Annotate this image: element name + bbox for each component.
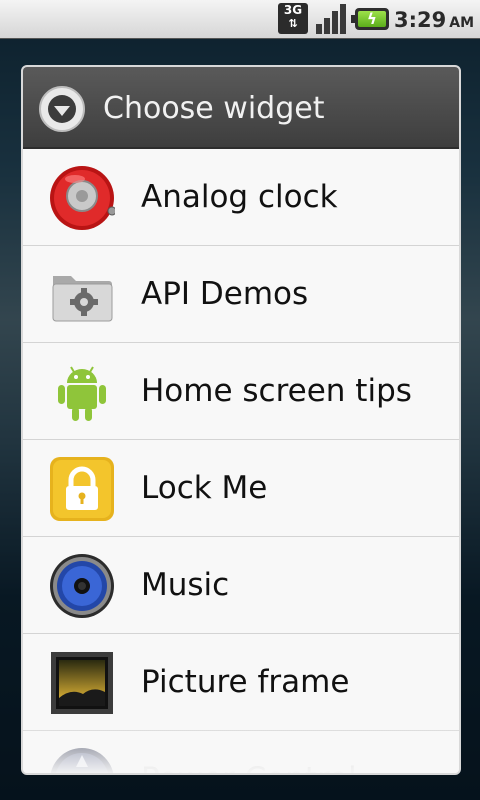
widget-item-label: Home screen tips (141, 373, 412, 409)
widget-item-lock-me[interactable]: Lock Me (23, 440, 459, 537)
dropdown-circle-icon (39, 86, 85, 132)
battery-charging-icon: ϟ (351, 8, 389, 30)
dialog-header: Choose widget (23, 67, 459, 149)
widget-item-label: Music (141, 567, 230, 603)
widget-item-picture-frame[interactable]: Picture frame (23, 634, 459, 731)
signal-bar (316, 24, 322, 34)
widget-item-music[interactable]: Music (23, 537, 459, 634)
android-icon (58, 366, 106, 421)
folder-gear-icon (52, 276, 113, 322)
clock-time: 3:29 (394, 8, 447, 32)
speaker-icon (50, 554, 114, 618)
signal-bar (324, 18, 330, 34)
widget-item-label: Analog clock (141, 179, 338, 215)
padlock-icon (50, 457, 114, 521)
widget-item-home-screen-tips[interactable]: Home screen tips (23, 343, 459, 440)
widget-item-label: API Demos (141, 276, 309, 312)
widget-item-api-demos[interactable]: API Demos (23, 246, 459, 343)
signal-strength-icon (316, 4, 348, 34)
network-3g-icon: 3G ⇅ (278, 3, 308, 34)
clock-ampm: AM (449, 15, 475, 31)
charging-bolt-icon: ϟ (367, 10, 377, 28)
status-bar: 3G ⇅ ϟ 3:29 AM (0, 0, 480, 39)
widget-list: Analog clock API Demos Home screen tips … (23, 149, 459, 773)
signal-bar (332, 11, 338, 34)
choose-widget-dialog: Choose widget Analog clock API Demos Hom… (21, 65, 461, 775)
signal-bar (340, 4, 346, 34)
list-fade-edge (23, 727, 459, 773)
analog-clock-icon (50, 166, 115, 230)
widget-item-analog-clock[interactable]: Analog clock (23, 149, 459, 246)
widget-item-label: Picture frame (141, 664, 350, 700)
network-type-label: 3G (283, 3, 303, 17)
battery-nub (351, 15, 355, 23)
widget-item-label: Lock Me (141, 470, 268, 506)
data-activity-arrows-icon: ⇅ (288, 17, 298, 30)
picture-frame-icon (51, 652, 113, 714)
dialog-title: Choose widget (103, 91, 325, 126)
status-clock: 3:29 AM (394, 6, 478, 34)
